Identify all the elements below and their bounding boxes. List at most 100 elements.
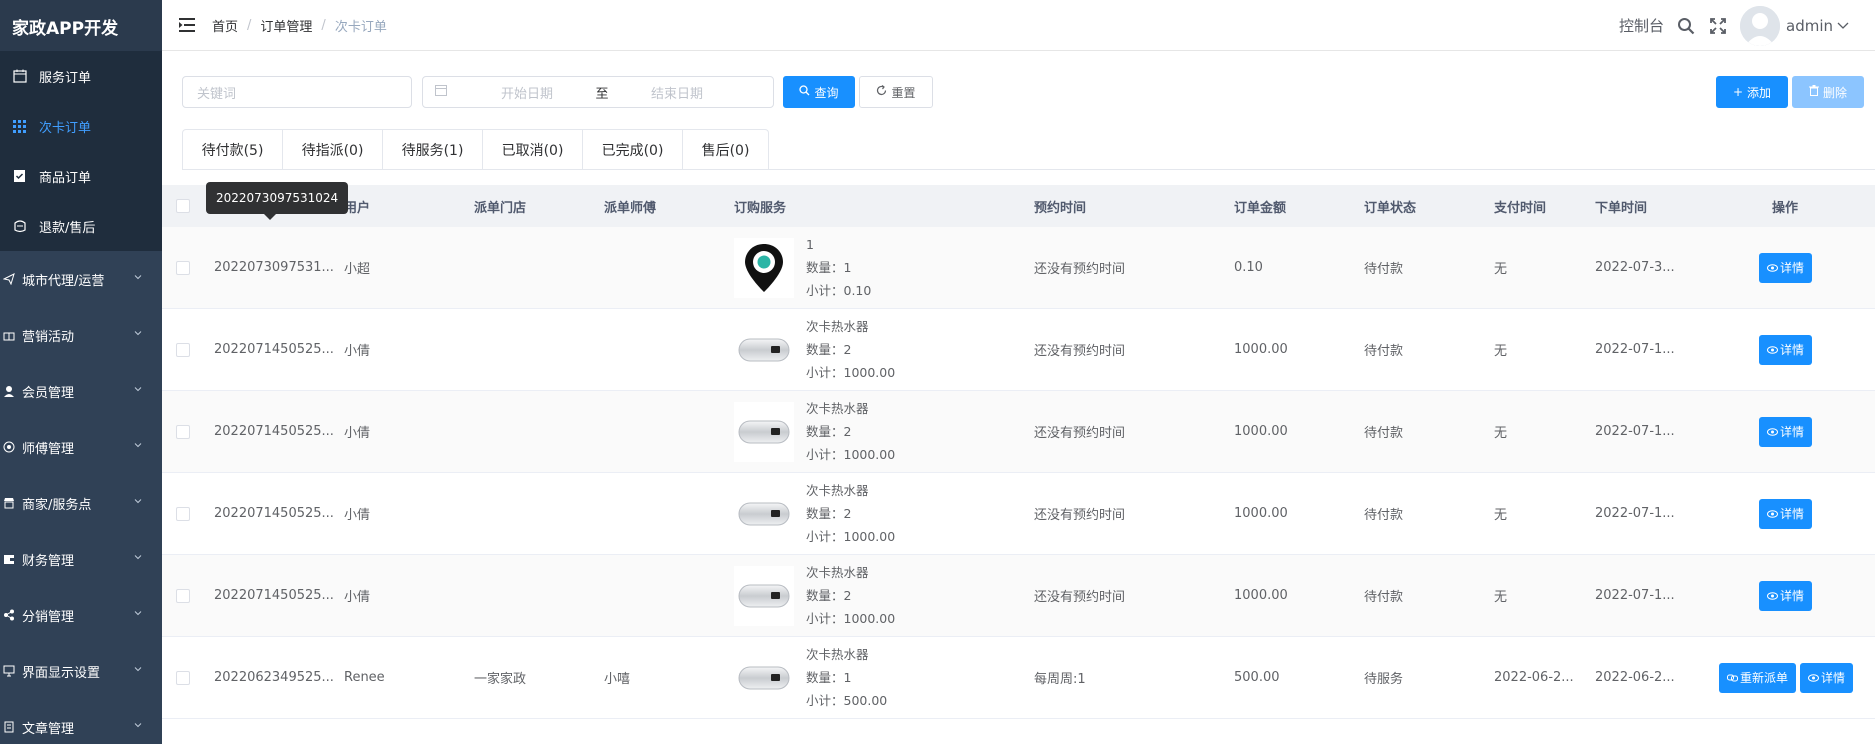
- detail-button[interactable]: 详情: [1759, 252, 1813, 283]
- table-body: 2022073097531... 小超 还没有预约时间 0.10 待付款无 2022-07…: [162, 227, 1875, 719]
- row-checkbox[interactable]: [176, 227, 190, 308]
- header-actions: 控制台 admin: [1619, 0, 1875, 51]
- fullscreen-icon[interactable]: [1708, 16, 1728, 36]
- cell-status: 待服务: [1364, 672, 1404, 687]
- console-link[interactable]: 控制台: [1619, 15, 1664, 36]
- water-heater-image: [734, 401, 794, 462]
- detail-button[interactable]: 详情: [1759, 416, 1813, 447]
- start-date-input[interactable]: 开始日期: [477, 83, 577, 102]
- sidebar-item-finance[interactable]: 财务管理: [0, 531, 162, 587]
- menu-fold-icon[interactable]: [178, 16, 196, 34]
- sidebar-item-display-settings[interactable]: 界面显示设置: [0, 643, 162, 699]
- plus-icon: +: [1732, 85, 1744, 99]
- chevron-down-icon: [134, 723, 142, 728]
- sidebar-item-service-orders[interactable]: 服务订单: [0, 51, 162, 101]
- sidebar-item-articles[interactable]: 文章管理: [0, 699, 162, 744]
- cell-worker: 小嘻: [604, 672, 631, 687]
- sidebar-item-label: 营销活动: [22, 329, 75, 345]
- table-header: 订单号 用户 派单门店 派单师傅 订购服务 预约时间 订单金额 订单状态 支付时…: [162, 185, 1875, 227]
- avatar[interactable]: [1740, 5, 1780, 46]
- table-row: 2022071450525... 小倩 还没有预约时间 1000.00 待付款 无 2022…: [162, 391, 1875, 473]
- cell-service: 次卡热水器 数量：2 小计：1000.00: [734, 391, 895, 472]
- detail-button[interactable]: 详情: [1759, 498, 1813, 529]
- chevron-down-icon[interactable]: [1837, 16, 1849, 36]
- sidebar-item-card-orders[interactable]: 次卡订单: [0, 101, 162, 151]
- sidebar-item-members[interactable]: 会员管理: [0, 363, 162, 419]
- chevron-down-icon: [134, 331, 142, 336]
- search-icon[interactable]: [1676, 16, 1696, 36]
- clipboard-check-icon: [12, 169, 27, 184]
- service-name: 次卡热水器: [806, 401, 869, 416]
- sidebar-item-distribution[interactable]: 分销管理: [0, 587, 162, 643]
- op-label: 详情: [1780, 425, 1805, 439]
- query-button[interactable]: 查询: [783, 76, 855, 108]
- row-checkbox[interactable]: [176, 473, 190, 554]
- service-name: 次卡热水器: [806, 565, 869, 580]
- row-checkbox[interactable]: [176, 637, 190, 718]
- sidebar-item-product-orders[interactable]: 商品订单: [0, 151, 162, 201]
- col-operations: 操作: [1772, 200, 1799, 216]
- main-content: 关键词 开始日期 至 结束日期 查询 重置 + 添加 删除 待付款(5) 待指派…: [162, 51, 1875, 744]
- detail-button[interactable]: 详情: [1759, 580, 1813, 611]
- share-icon: [2, 608, 16, 622]
- cell-appointment: 还没有预约时间: [1034, 426, 1126, 441]
- cell-status: 待付款: [1364, 508, 1404, 523]
- delete-button[interactable]: 删除: [1792, 76, 1864, 108]
- detail-button[interactable]: 详情: [1800, 662, 1854, 693]
- cell-service: 1 数量：1 小计：0.10: [734, 227, 871, 308]
- keyword-input[interactable]: 关键词: [182, 76, 412, 108]
- tab-after-sales[interactable]: 售后(0): [683, 130, 768, 170]
- send-icon: [2, 272, 16, 286]
- detail-button[interactable]: 详情: [1759, 334, 1813, 365]
- tab-pending-assign[interactable]: 待指派(0): [283, 130, 383, 170]
- col-status: 订单状态: [1364, 200, 1417, 216]
- cell-user: 小倩: [344, 508, 371, 523]
- tab-pending-payment[interactable]: 待付款(5): [183, 130, 283, 170]
- sidebar-item-label: 会员管理: [22, 385, 75, 401]
- row-checkbox[interactable]: [176, 391, 190, 472]
- breadcrumb-home[interactable]: 首页: [212, 16, 238, 35]
- sidebar-item-label: 商家/服务点: [22, 497, 92, 513]
- eye-icon: [1767, 427, 1778, 436]
- sidebar-item-refund[interactable]: 退款/售后: [0, 201, 162, 251]
- sidebar-item-label: 文章管理: [22, 721, 75, 737]
- cell-user: Renee: [344, 670, 385, 685]
- sidebar-item-workers[interactable]: 师傅管理: [0, 419, 162, 475]
- date-range-picker[interactable]: 开始日期 至 结束日期: [422, 76, 774, 108]
- select-all-checkbox[interactable]: [176, 185, 190, 227]
- reset-button[interactable]: 重置: [859, 76, 933, 108]
- delete-label: 删除: [1822, 85, 1847, 100]
- sidebar-item-label: 分销管理: [22, 609, 75, 625]
- reassign-button[interactable]: 重新派单: [1719, 662, 1797, 693]
- row-checkbox[interactable]: [176, 309, 190, 390]
- row-checkbox[interactable]: [176, 555, 190, 636]
- user-name[interactable]: admin: [1786, 17, 1833, 35]
- breadcrumb-order-management[interactable]: 订单管理: [260, 16, 312, 35]
- tab-pending-service[interactable]: 待服务(1): [383, 130, 483, 170]
- cell-service: 次卡热水器 数量：1 小计：500.00: [734, 637, 887, 718]
- cell-operations: 重新派单 详情: [1715, 637, 1854, 718]
- end-date-input[interactable]: 结束日期: [627, 83, 727, 102]
- cell-pay-time: 2022-06-2...: [1494, 670, 1574, 685]
- sidebar-item-city-agent[interactable]: 城市代理/运营: [0, 251, 162, 307]
- tab-completed[interactable]: 已完成(0): [583, 130, 683, 170]
- query-label: 查询: [814, 85, 839, 100]
- service-name: 次卡热水器: [806, 319, 869, 334]
- sidebar-item-marketing[interactable]: 营销活动: [0, 307, 162, 363]
- filter-toolbar: 关键词 开始日期 至 结束日期 查询 重置 + 添加 删除: [182, 76, 1875, 108]
- cell-appointment: 还没有预约时间: [1034, 262, 1126, 277]
- service-quantity: 数量：2: [806, 506, 852, 521]
- add-button[interactable]: + 添加: [1716, 76, 1788, 108]
- cell-operations: 详情: [1755, 227, 1813, 308]
- sidebar-item-merchants[interactable]: 商家/服务点: [0, 475, 162, 531]
- eye-icon: [1808, 673, 1820, 682]
- shop-icon: [2, 496, 16, 510]
- breadcrumb-separator: /: [321, 17, 326, 33]
- cell-user: 小超: [344, 262, 371, 277]
- tab-cancelled[interactable]: 已取消(0): [483, 130, 583, 170]
- cell-status: 待付款: [1364, 262, 1404, 277]
- service-quantity: 数量：1: [806, 670, 852, 685]
- cell-user: 小倩: [344, 590, 371, 605]
- op-label: 详情: [1780, 343, 1805, 357]
- sidebar-item-label: 界面显示设置: [22, 665, 101, 681]
